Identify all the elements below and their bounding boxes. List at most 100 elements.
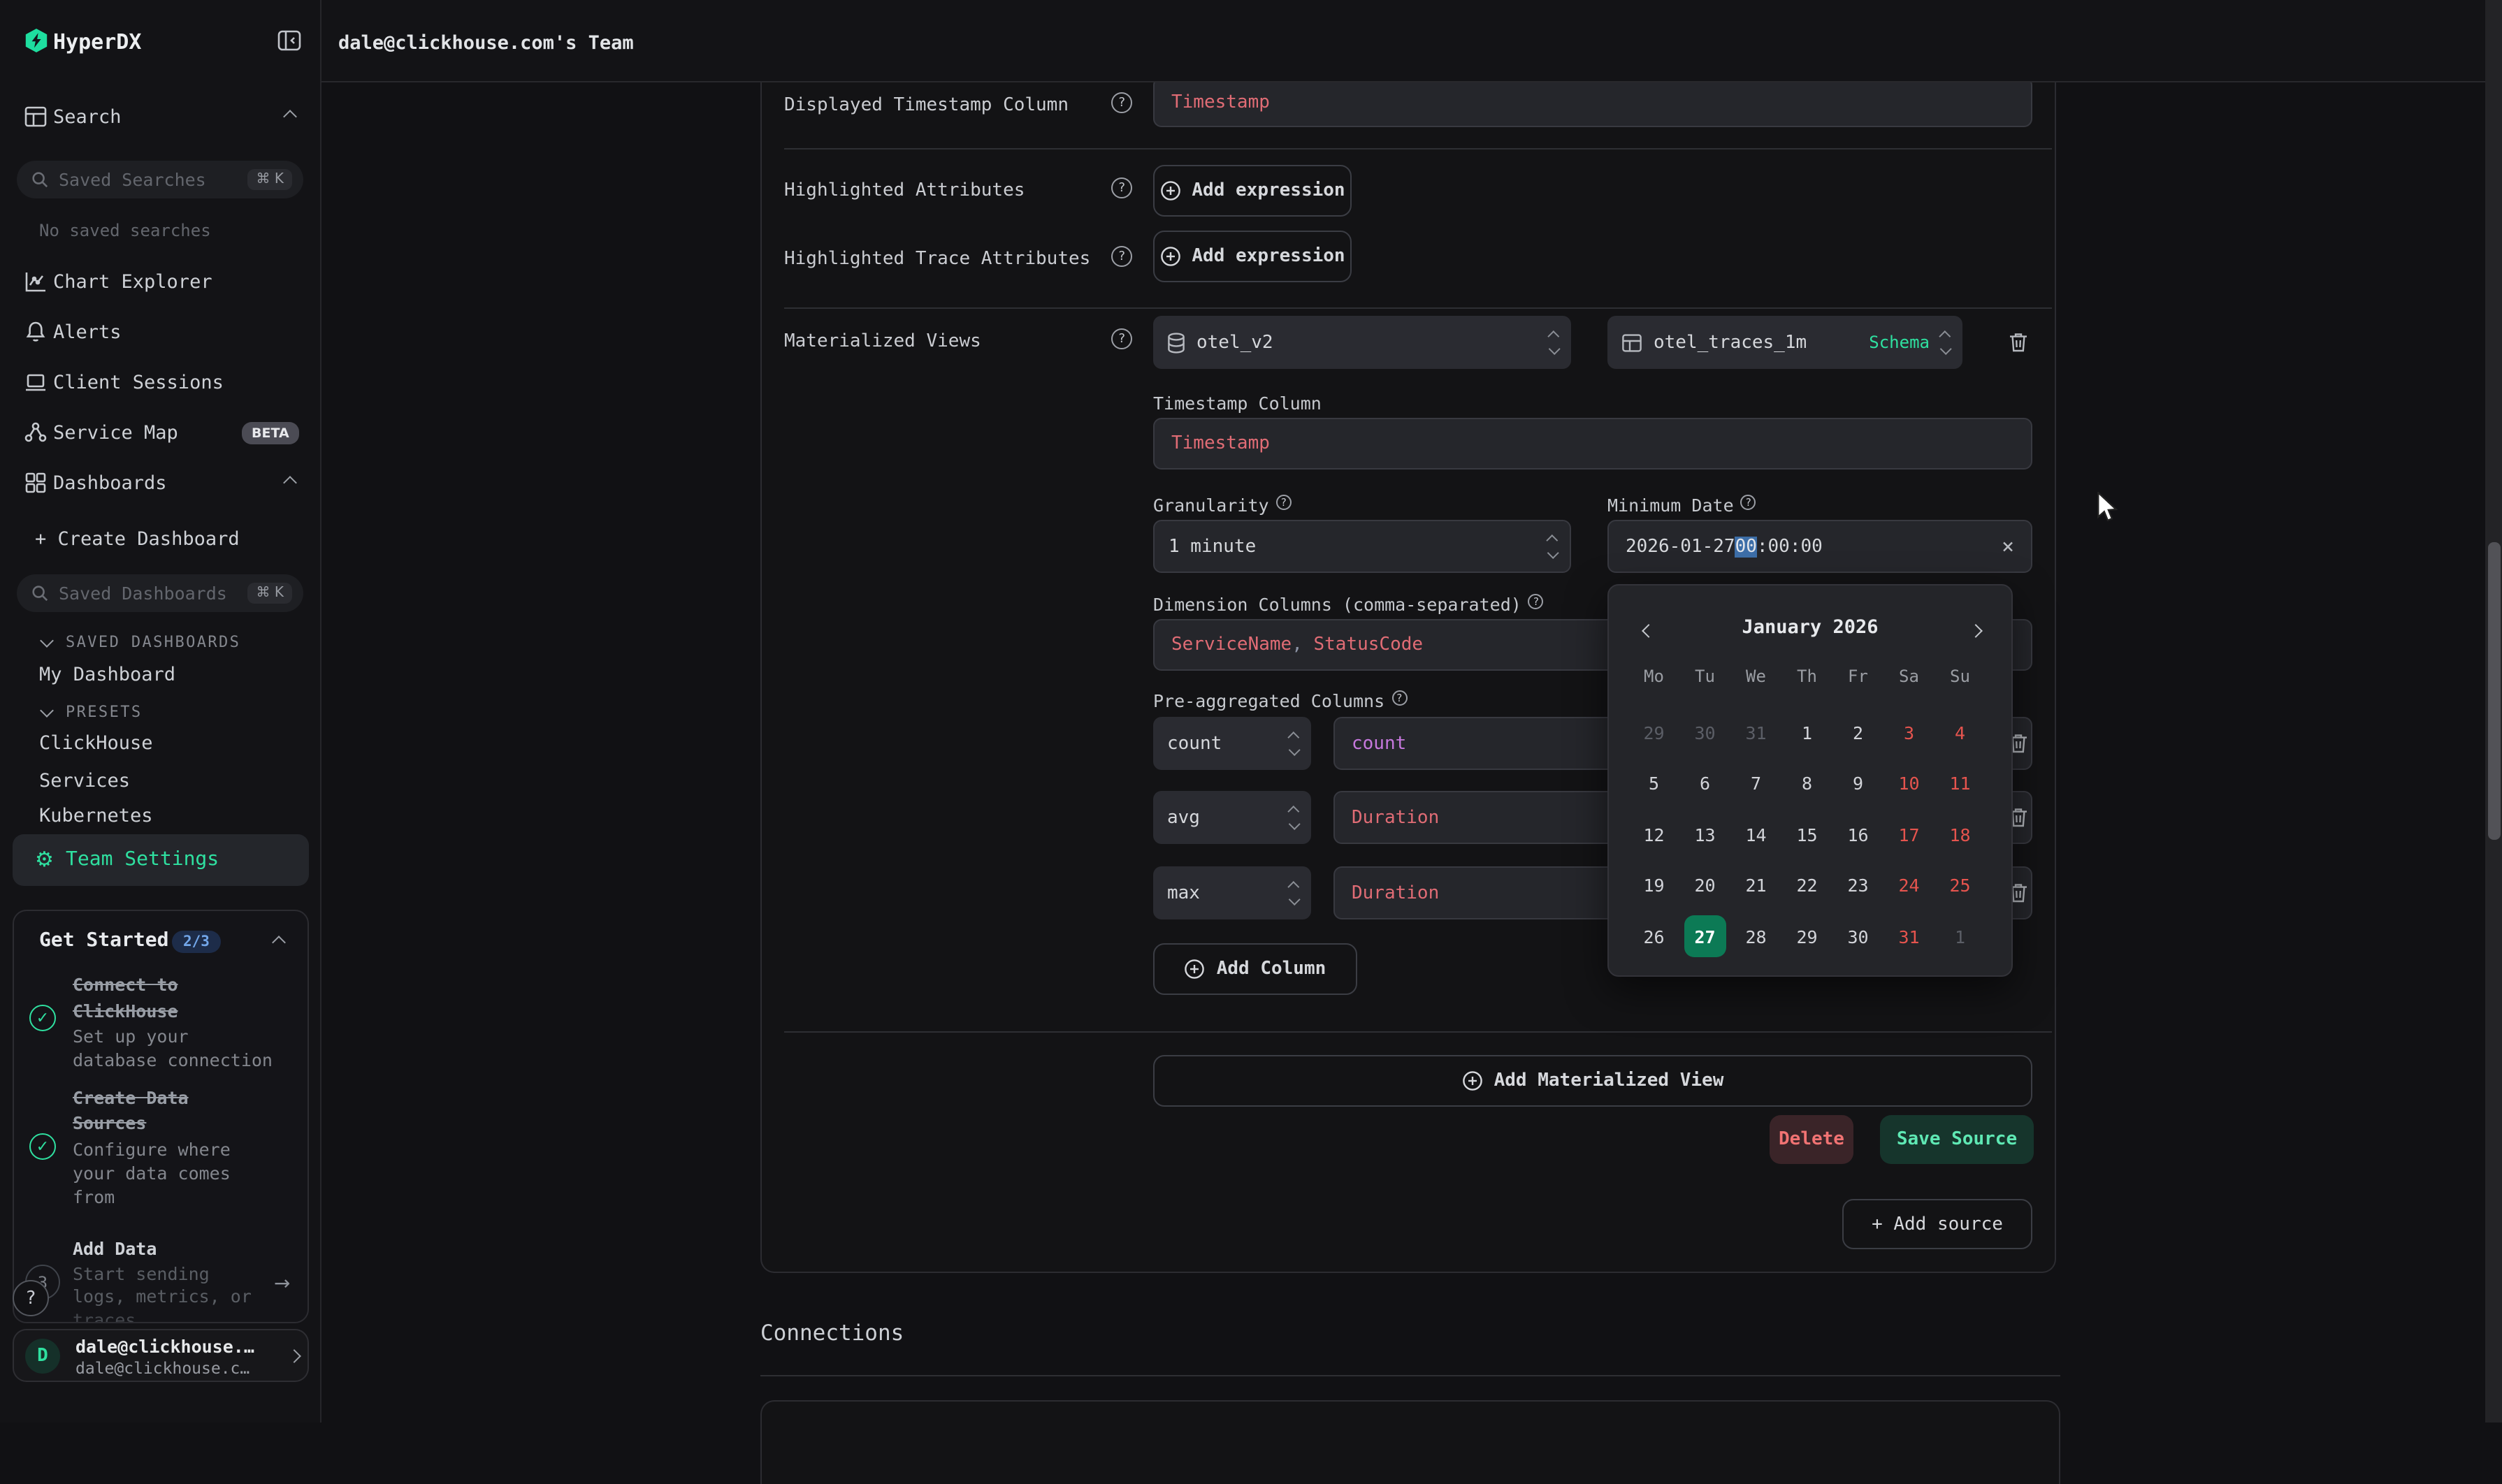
calendar-day[interactable]: 24 [1883, 860, 1935, 911]
calendar-day[interactable]: 19 [1628, 860, 1679, 911]
calendar-day[interactable]: 30 [1832, 911, 1883, 962]
scrollbar-track[interactable] [2485, 0, 2502, 1423]
add-source-button[interactable]: + Add source [1842, 1199, 2032, 1249]
calendar-day[interactable]: 20 [1679, 860, 1730, 911]
saved-searches-input[interactable]: Saved Searches ⌘ K [17, 161, 303, 198]
calendar-day[interactable]: 2 [1832, 707, 1883, 758]
calendar-day[interactable]: 21 [1730, 860, 1781, 911]
delete-materialized-view-icon[interactable] [2009, 331, 2028, 354]
step2-subtitle: from [73, 1186, 115, 1207]
calendar-day[interactable]: 14 [1730, 809, 1781, 860]
help-button[interactable]: ? [13, 1280, 49, 1316]
progress-badge: 2/3 [172, 931, 221, 953]
granularity-select[interactable]: 1 minute [1153, 520, 1571, 573]
schema-link[interactable]: Schema [1869, 333, 1930, 352]
calendar-day[interactable]: 26 [1628, 911, 1679, 962]
get-started-collapse-chevron-icon[interactable] [272, 936, 286, 950]
displayed-timestamp-input[interactable]: Timestamp [1153, 77, 2032, 127]
calendar-day[interactable]: 1 [1935, 911, 1986, 962]
search-collapse-chevron-icon[interactable] [283, 110, 297, 124]
create-dashboard-button[interactable]: + Create Dashboard [35, 528, 240, 551]
sidebar-item-client-sessions[interactable]: Client Sessions [53, 372, 224, 394]
aggregation-fn-select[interactable]: count [1153, 717, 1311, 770]
sidebar-item-clickhouse[interactable]: ClickHouse [39, 732, 153, 755]
help-icon[interactable]: ? [1741, 495, 1756, 510]
aggregation-fn-select[interactable]: avg [1153, 791, 1311, 844]
add-column-button[interactable]: Add Column [1153, 943, 1357, 995]
delete-button[interactable]: Delete [1770, 1115, 1853, 1164]
calendar-day[interactable]: 7 [1730, 758, 1781, 809]
chevron-right-icon [287, 1349, 301, 1363]
scrollbar-thumb[interactable] [2487, 542, 2500, 840]
sidebar-item-service-map[interactable]: Service Map [53, 422, 178, 444]
sidebar-item-kubernetes[interactable]: Kubernetes [39, 805, 153, 827]
shortcut-badge: ⌘ K [248, 169, 293, 190]
calendar-day[interactable]: 31 [1883, 911, 1935, 962]
sidebar-item-alerts[interactable]: Alerts [53, 321, 122, 344]
calendar-day[interactable]: 29 [1628, 707, 1679, 758]
presets-section-label[interactable]: PRESETS [66, 703, 143, 721]
clear-date-icon[interactable]: × [2002, 534, 2014, 559]
sidebar-item-chart-explorer[interactable]: Chart Explorer [53, 271, 212, 293]
sidebar-item-search[interactable]: Search [53, 106, 122, 129]
help-icon[interactable]: ? [1528, 594, 1544, 609]
save-source-button[interactable]: Save Source [1880, 1115, 2034, 1164]
minimum-date-input[interactable]: 2026-01-27 00:00:00 × [1607, 520, 2032, 573]
calendar-day[interactable]: 8 [1781, 758, 1832, 809]
client-sessions-icon [24, 370, 48, 394]
arrow-right-icon[interactable]: → [274, 1273, 290, 1295]
calendar-day[interactable]: 3 [1883, 707, 1935, 758]
timestamp-column-input[interactable]: Timestamp [1153, 418, 2032, 470]
collapse-sidebar-icon[interactable] [277, 28, 302, 53]
sidebar-item-services[interactable]: Services [39, 770, 130, 792]
calendar-prev-month-button[interactable] [1637, 619, 1659, 641]
highlighted-attributes-label: Highlighted Attributes [784, 180, 1025, 201]
calendar-day[interactable]: 23 [1832, 860, 1883, 911]
calendar-day[interactable]: 25 [1935, 860, 1986, 911]
saved-dashboards-chevron-icon[interactable] [40, 634, 54, 648]
calendar-day[interactable]: 15 [1781, 809, 1832, 860]
help-icon[interactable]: ? [1276, 495, 1292, 510]
help-icon[interactable]: ? [1111, 177, 1132, 198]
calendar-day[interactable]: 30 [1679, 707, 1730, 758]
calendar-next-month-button[interactable] [1964, 619, 1986, 641]
saved-dashboards-input[interactable]: Saved Dashboards ⌘ K [17, 574, 303, 612]
add-expression-button[interactable]: Add expression [1153, 165, 1352, 217]
calendar-day[interactable]: 9 [1832, 758, 1883, 809]
saved-dashboards-section-label[interactable]: SAVED DASHBOARDS [66, 633, 240, 651]
calendar-month-label[interactable]: January 2026 [1665, 616, 1955, 639]
calendar-day[interactable]: 10 [1883, 758, 1935, 809]
help-icon[interactable]: ? [1111, 92, 1132, 113]
table-select[interactable]: otel_traces_1m Schema [1607, 316, 1962, 369]
calendar-day[interactable]: 12 [1628, 809, 1679, 860]
calendar-day[interactable]: 22 [1781, 860, 1832, 911]
calendar-day[interactable]: 18 [1935, 809, 1986, 860]
sidebar-item-team-settings[interactable]: ⚙ Team Settings [13, 834, 309, 886]
calendar-day[interactable]: 6 [1679, 758, 1730, 809]
calendar-day[interactable]: 5 [1628, 758, 1679, 809]
calendar-day-selected[interactable]: 27 [1679, 911, 1730, 962]
sidebar-item-dashboards[interactable]: Dashboards [53, 472, 167, 495]
calendar-day[interactable]: 28 [1730, 911, 1781, 962]
presets-chevron-icon[interactable] [40, 704, 54, 718]
calendar-day[interactable]: 16 [1832, 809, 1883, 860]
sidebar-item-my-dashboard[interactable]: My Dashboard [39, 664, 175, 686]
add-materialized-view-button[interactable]: Add Materialized View [1153, 1055, 2032, 1107]
help-icon[interactable]: ? [1111, 246, 1132, 267]
date-picker-calendar: January 2026 MoTuWeThFrSaSu 293031123456… [1607, 584, 2013, 977]
add-expression-button[interactable]: Add expression [1153, 231, 1352, 282]
user-menu[interactable]: D dale@clickhouse.… dale@clickhouse.c… [13, 1329, 309, 1382]
database-select[interactable]: otel_v2 [1153, 316, 1571, 369]
calendar-day[interactable]: 1 [1781, 707, 1832, 758]
calendar-day[interactable]: 11 [1935, 758, 1986, 809]
calendar-day[interactable]: 17 [1883, 809, 1935, 860]
calendar-day[interactable]: 4 [1935, 707, 1986, 758]
calendar-day[interactable]: 13 [1679, 809, 1730, 860]
help-icon[interactable]: ? [1391, 690, 1407, 706]
aggregation-fn-select[interactable]: max [1153, 866, 1311, 919]
help-icon[interactable]: ? [1111, 328, 1132, 349]
dashboards-collapse-chevron-icon[interactable] [283, 476, 297, 490]
get-started-card: Get Started 2/3 ✓ Connect to ClickHouse … [13, 910, 309, 1323]
calendar-day[interactable]: 29 [1781, 911, 1832, 962]
calendar-day[interactable]: 31 [1730, 707, 1781, 758]
